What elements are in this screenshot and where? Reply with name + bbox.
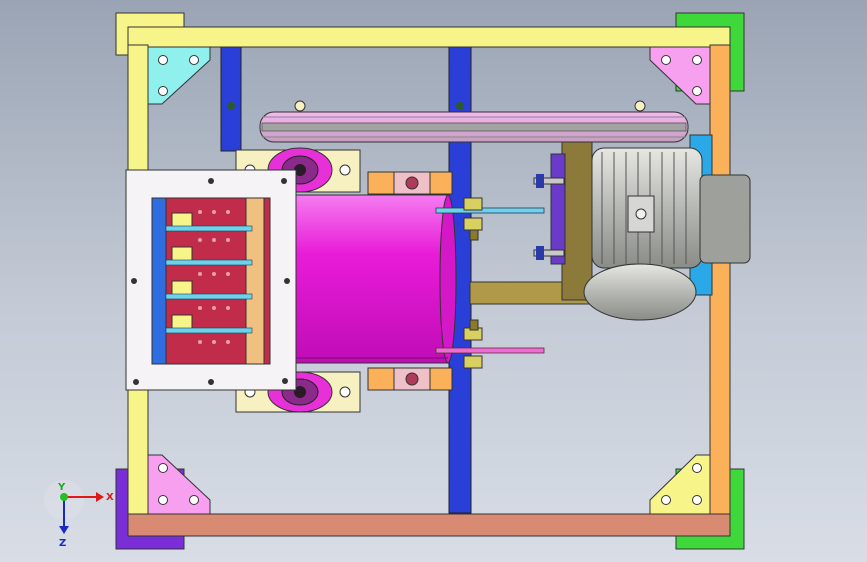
gusset-bottom-right bbox=[649, 454, 711, 515]
frame-right-rail bbox=[709, 44, 731, 518]
post-bolt bbox=[227, 102, 235, 110]
axis-z-label: Z bbox=[59, 538, 66, 549]
motor-mount-upright bbox=[561, 139, 593, 301]
frame-bottom-rail bbox=[127, 513, 731, 537]
frame-top-rail bbox=[127, 26, 731, 48]
gusset-bottom-left bbox=[147, 454, 211, 515]
rotor-drum bbox=[295, 194, 457, 364]
motor-mount-purple-plate bbox=[550, 153, 566, 265]
axis-x-label: X bbox=[106, 492, 114, 503]
feed-hopper-plate bbox=[125, 169, 297, 391]
mill-assembly-drawing: X Y Z bbox=[44, 12, 751, 550]
post-bolt bbox=[456, 102, 464, 110]
coordinate-triad bbox=[44, 480, 104, 534]
v-belt-drive bbox=[259, 100, 689, 143]
cad-viewport[interactable]: X Y Z bbox=[0, 0, 867, 562]
post-left-blue bbox=[220, 44, 242, 152]
gusset-top-right bbox=[649, 46, 711, 105]
axis-y-label: Y bbox=[57, 482, 66, 493]
gusset-top-left bbox=[147, 46, 211, 105]
